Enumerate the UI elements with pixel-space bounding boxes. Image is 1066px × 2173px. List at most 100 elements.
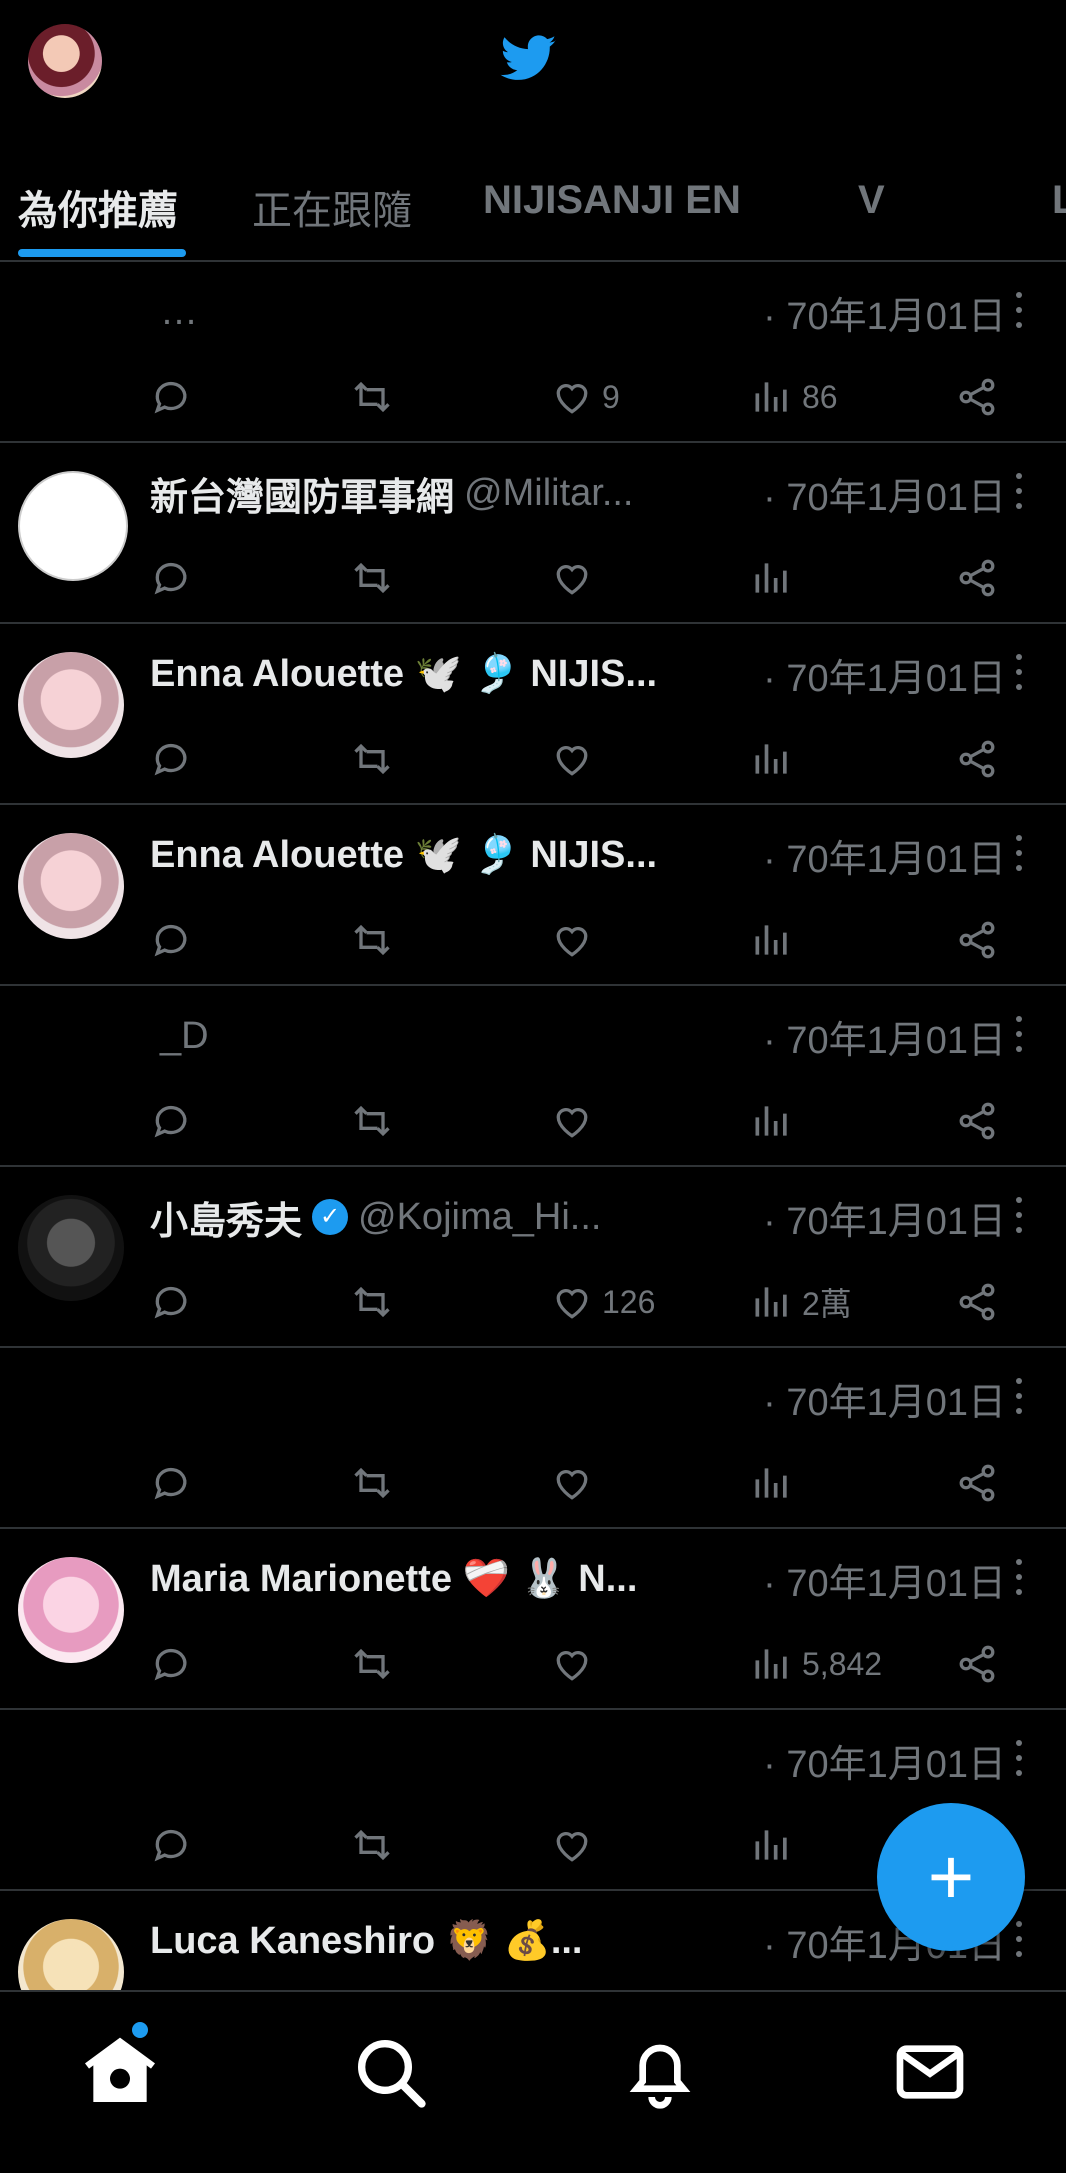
- tab-v[interactable]: V: [858, 178, 885, 223]
- post-avatar[interactable]: [18, 1738, 124, 1844]
- bottom-nav: [0, 1990, 1066, 2173]
- author-name[interactable]: Enna Alouette 🕊️ 🎐 NIJIS...: [150, 833, 657, 877]
- share-button[interactable]: [955, 1091, 999, 1151]
- more-options-icon[interactable]: [1016, 1740, 1024, 1780]
- views-button[interactable]: [750, 1453, 802, 1513]
- search-icon[interactable]: [350, 2032, 430, 2112]
- tab-for-you[interactable]: 為你推薦: [18, 178, 178, 236]
- post-item[interactable]: 新台灣國防軍事網 @Militar... · 70年1月01日: [0, 443, 1066, 624]
- post-item[interactable]: Enna Alouette 🕊️ 🎐 NIJIS... · 70年1月01日: [0, 624, 1066, 805]
- reply-button[interactable]: [150, 1815, 194, 1875]
- post-item[interactable]: 小島秀夫 ✓ @Kojima_Hi... · 70年1月01日 126 2萬: [0, 1167, 1066, 1348]
- post-avatar[interactable]: [18, 471, 128, 581]
- post-header: 新台灣國防軍事網 @Militar... · 70年1月01日: [150, 465, 1006, 521]
- twitter-bird-icon[interactable]: [497, 30, 561, 86]
- reply-button[interactable]: [150, 548, 194, 608]
- like-button[interactable]: 126: [550, 1272, 655, 1332]
- like-button[interactable]: [550, 1634, 602, 1694]
- more-options-icon[interactable]: [1016, 1559, 1024, 1599]
- compose-button[interactable]: +: [877, 1803, 1025, 1951]
- more-options-icon[interactable]: [1016, 654, 1024, 694]
- views-button[interactable]: [750, 729, 802, 789]
- post-avatar[interactable]: [18, 1195, 124, 1301]
- timeline-feed[interactable]: … · 70年1月01日 9 86 新台灣國防軍事網 @Militar... · 70年1月…: [0, 262, 1066, 2072]
- views-count: 5,842: [802, 1645, 883, 1682]
- like-icon: [556, 1832, 588, 1862]
- post-item[interactable]: Enna Alouette 🕊️ 🎐 NIJIS... · 70年1月01日: [0, 805, 1066, 986]
- share-button[interactable]: [955, 1272, 999, 1332]
- reply-button[interactable]: [150, 729, 194, 789]
- retweet-button[interactable]: [350, 1634, 394, 1694]
- share-button[interactable]: [955, 1634, 999, 1694]
- views-button[interactable]: 2萬: [750, 1272, 852, 1332]
- like-button[interactable]: [550, 729, 602, 789]
- post-item[interactable]: · 70年1月01日: [0, 1348, 1066, 1529]
- tab-following[interactable]: 正在跟隨: [252, 178, 412, 236]
- views-button[interactable]: [750, 910, 802, 970]
- reply-button[interactable]: [150, 1091, 194, 1151]
- more-options-icon[interactable]: [1016, 1921, 1024, 1961]
- like-button[interactable]: 9: [550, 367, 620, 427]
- retweet-button[interactable]: [350, 1272, 394, 1332]
- share-button[interactable]: [955, 1453, 999, 1513]
- bell-icon[interactable]: [620, 2032, 700, 2112]
- tab-l[interactable]: L: [1052, 178, 1066, 223]
- reply-button[interactable]: [150, 1634, 194, 1694]
- reply-button[interactable]: [150, 1453, 194, 1513]
- views-icon: [755, 1830, 787, 1860]
- reply-button[interactable]: [150, 367, 194, 427]
- views-button[interactable]: 5,842: [750, 1634, 882, 1694]
- like-button[interactable]: [550, 1815, 602, 1875]
- retweet-button[interactable]: [350, 548, 394, 608]
- post-avatar[interactable]: [18, 290, 124, 396]
- more-options-icon[interactable]: [1016, 292, 1024, 332]
- more-options-icon[interactable]: [1016, 835, 1024, 875]
- retweet-button[interactable]: [350, 367, 394, 427]
- more-options-icon[interactable]: [1016, 1197, 1024, 1237]
- share-icon: [959, 921, 995, 959]
- post-avatar[interactable]: [18, 833, 124, 939]
- retweet-button[interactable]: [350, 1091, 394, 1151]
- views-button[interactable]: 86: [750, 367, 838, 427]
- author-name[interactable]: 小島秀夫: [150, 1190, 302, 1245]
- share-button[interactable]: [955, 729, 999, 789]
- post-avatar[interactable]: [18, 1557, 124, 1663]
- views-button[interactable]: [750, 1815, 802, 1875]
- like-button[interactable]: [550, 548, 602, 608]
- mail-icon[interactable]: [890, 2032, 970, 2112]
- views-button[interactable]: [750, 548, 802, 608]
- post-avatar[interactable]: [18, 652, 124, 758]
- home-icon[interactable]: [80, 2032, 160, 2112]
- more-options-icon[interactable]: [1016, 473, 1024, 513]
- post-item[interactable]: Maria Marionette ❤️‍🩹 🐰 N... · 70年1月01日 5,…: [0, 1529, 1066, 1710]
- share-icon: [959, 1464, 995, 1502]
- retweet-button[interactable]: [350, 910, 394, 970]
- post-item[interactable]: _D · 70年1月01日: [0, 986, 1066, 1167]
- author-name[interactable]: 新台灣國防軍事網: [150, 466, 454, 521]
- verified-badge-icon: ✓: [312, 1199, 349, 1235]
- post-avatar[interactable]: [18, 1376, 124, 1482]
- reply-button[interactable]: [150, 1272, 194, 1332]
- like-button[interactable]: [550, 1453, 602, 1513]
- author-name[interactable]: Maria Marionette ❤️‍🩹 🐰 N...: [150, 1557, 637, 1601]
- share-button[interactable]: [955, 910, 999, 970]
- author-name[interactable]: Enna Alouette 🕊️ 🎐 NIJIS...: [150, 652, 657, 696]
- share-button[interactable]: [955, 367, 999, 427]
- views-button[interactable]: [750, 1091, 802, 1151]
- post-avatar[interactable]: [18, 1014, 124, 1120]
- share-button[interactable]: [955, 548, 999, 608]
- share-icon: [959, 378, 995, 416]
- retweet-button[interactable]: [350, 729, 394, 789]
- reply-icon: [154, 924, 187, 957]
- reply-button[interactable]: [150, 910, 194, 970]
- like-button[interactable]: [550, 910, 602, 970]
- more-options-icon[interactable]: [1016, 1378, 1024, 1418]
- more-options-icon[interactable]: [1016, 1016, 1024, 1056]
- tab-nijisanji-en[interactable]: NIJISANJI EN: [483, 178, 741, 223]
- retweet-button[interactable]: [350, 1815, 394, 1875]
- user-avatar[interactable]: [28, 24, 102, 98]
- post-item[interactable]: … · 70年1月01日 9 86: [0, 262, 1066, 443]
- retweet-button[interactable]: [350, 1453, 394, 1513]
- author-name[interactable]: Luca Kaneshiro 🦁 💰...: [150, 1919, 583, 1963]
- like-button[interactable]: [550, 1091, 602, 1151]
